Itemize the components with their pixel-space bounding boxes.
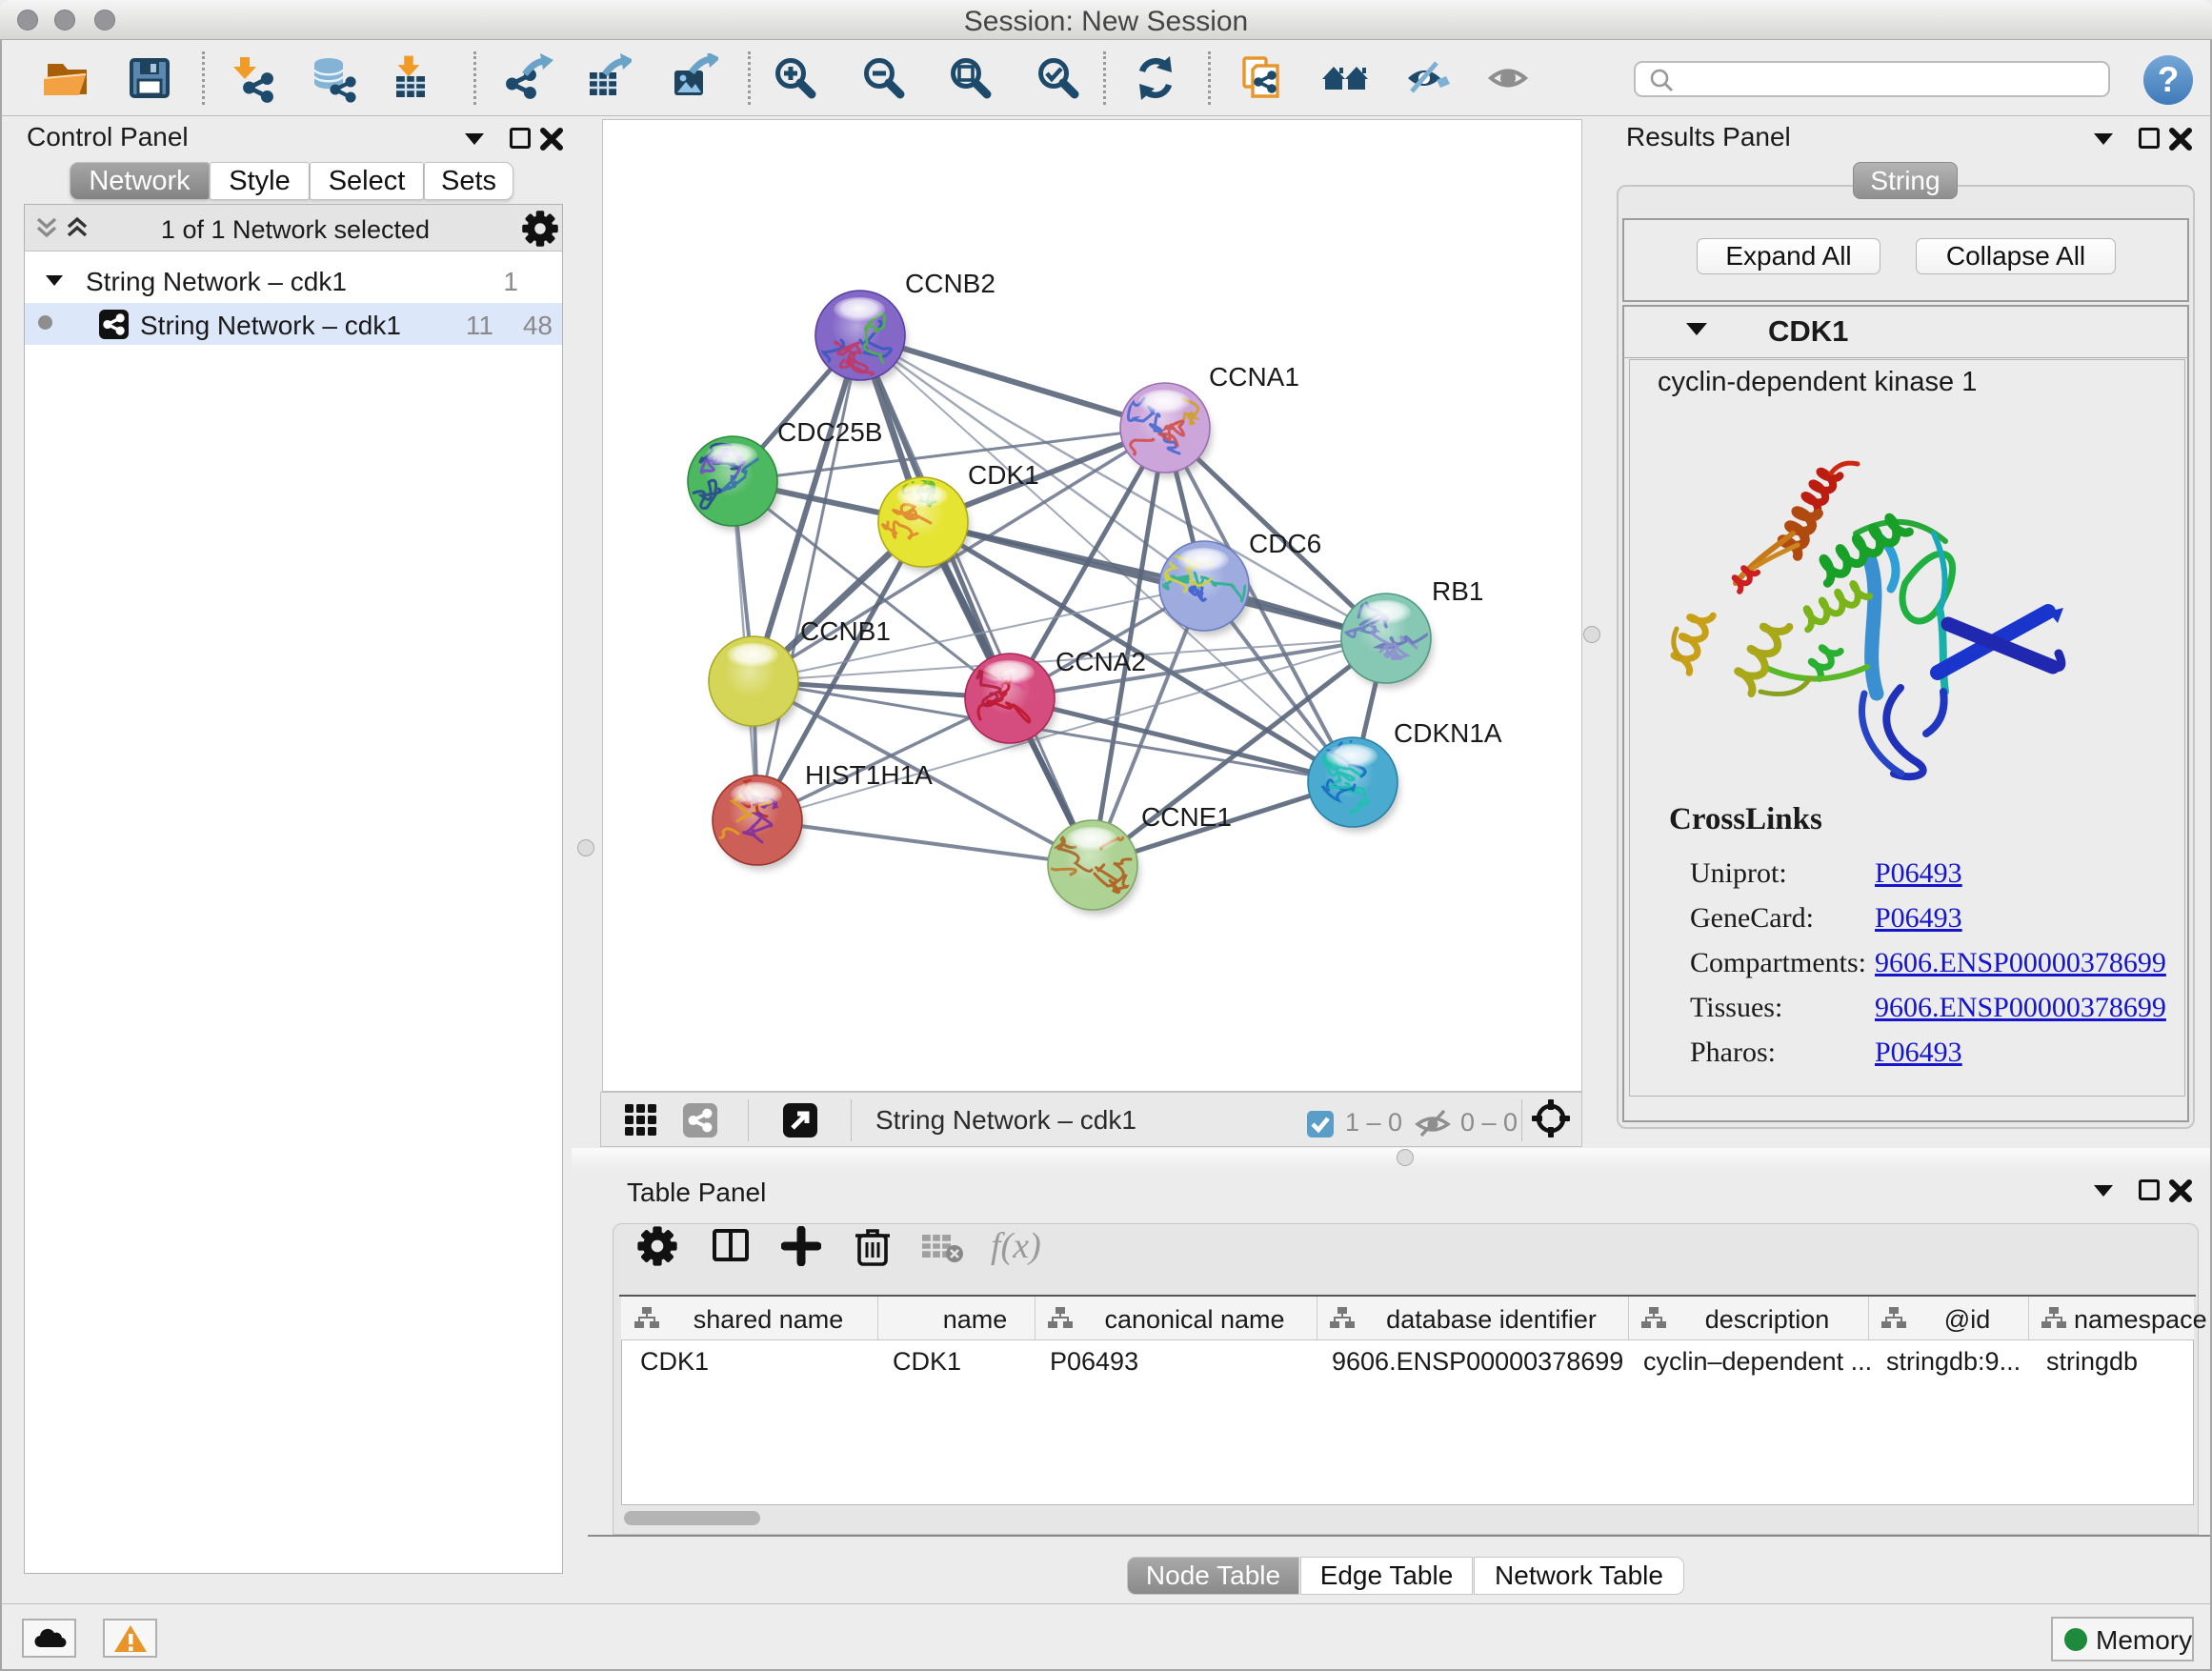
svg-text:CCNA1: CCNA1 [1209, 362, 1299, 392]
svg-text:CDKN1A: CDKN1A [1394, 718, 1502, 748]
svg-text:CCNE1: CCNE1 [1141, 802, 1232, 832]
svg-text:RB1: RB1 [1432, 576, 1483, 606]
svg-text:CDK1: CDK1 [968, 460, 1039, 490]
svg-text:HIST1H1A: HIST1H1A [805, 760, 933, 790]
svg-text:CCNB2: CCNB2 [905, 269, 995, 298]
svg-text:CDC6: CDC6 [1249, 529, 1321, 558]
svg-text:CDC25B: CDC25B [777, 417, 882, 447]
svg-text:CCNA2: CCNA2 [1056, 647, 1146, 676]
svg-text:CCNB1: CCNB1 [800, 616, 891, 646]
